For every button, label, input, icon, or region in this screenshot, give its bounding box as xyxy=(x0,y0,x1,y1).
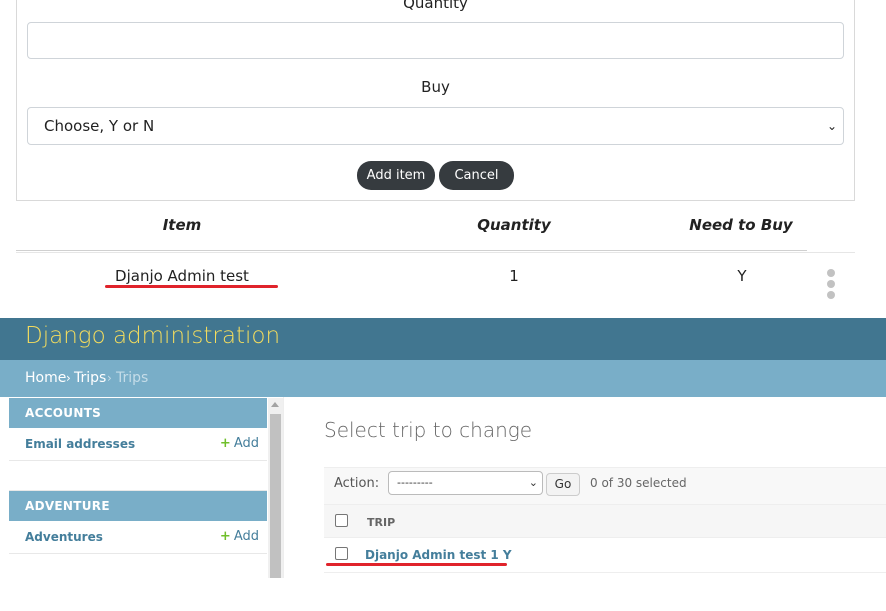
action-label: Action: xyxy=(334,476,380,491)
breadcrumb-separator: › xyxy=(66,371,71,385)
item-cell: Djanjo Admin test xyxy=(115,267,249,285)
row-checkbox[interactable] xyxy=(335,547,348,560)
model-link[interactable]: Email addresses xyxy=(25,437,135,451)
quantity-cell: 1 xyxy=(509,267,519,285)
chevron-down-icon: ⌄ xyxy=(528,476,538,489)
add-item-form: Quantity Buy Choose, Y or N ⌄ Add item C… xyxy=(16,0,855,201)
select-all-checkbox[interactable] xyxy=(335,514,348,527)
add-item-button[interactable]: Add item xyxy=(357,161,435,190)
action-select[interactable]: --------- ⌄ xyxy=(388,471,543,495)
nav-sidebar: ACCOUNTS Email addresses + Add ADVENTURE … xyxy=(0,397,284,578)
trip-link[interactable]: Djanjo Admin test 1 Y xyxy=(365,548,512,562)
plus-icon: + xyxy=(219,529,231,544)
scroll-up-arrow-icon[interactable] xyxy=(271,402,279,407)
actions-bar: Action: --------- ⌄ Go 0 of 30 selected xyxy=(324,467,886,505)
admin-header: Django administration xyxy=(0,318,886,360)
add-email-address-link[interactable]: + Add xyxy=(220,436,259,451)
buy-label: Buy xyxy=(421,78,450,96)
buy-select[interactable]: Choose, Y or N ⌄ xyxy=(27,107,844,145)
quantity-input[interactable] xyxy=(27,22,844,59)
cancel-button[interactable]: Cancel xyxy=(439,161,514,190)
add-adventure-link[interactable]: + Add xyxy=(220,529,259,544)
table-row: Djanjo Admin test 1 Y xyxy=(16,252,855,300)
column-header-item[interactable]: Item xyxy=(122,216,242,234)
sidebar-item-adventures: Adventures + Add xyxy=(9,521,267,554)
selection-counter: 0 of 30 selected xyxy=(590,476,687,490)
go-button[interactable]: Go xyxy=(546,473,580,496)
breadcrumb-separator: › xyxy=(107,371,112,385)
site-brand[interactable]: Django administration xyxy=(25,323,280,349)
row-menu-icon[interactable] xyxy=(824,269,838,299)
breadcrumb-home[interactable]: Home xyxy=(25,370,66,386)
page-title: Select trip to change xyxy=(324,418,533,442)
table-row: Djanjo Admin test 1 Y xyxy=(324,538,886,573)
buy-select-value: Choose, Y or N xyxy=(44,117,155,135)
quantity-label: Quantity xyxy=(403,0,468,12)
chevron-down-icon: ⌄ xyxy=(826,119,837,133)
scrollbar-thumb[interactable] xyxy=(270,414,281,578)
module-caption-accounts[interactable]: ACCOUNTS xyxy=(9,398,267,428)
sidebar-item-email-addresses: Email addresses + Add xyxy=(9,428,267,461)
column-header-trip[interactable]: TRIP xyxy=(367,516,395,529)
column-header-need-to-buy[interactable]: Need to Buy xyxy=(676,216,806,234)
breadcrumb: Home › Trips › Trips xyxy=(0,360,886,397)
sidebar-scrollbar[interactable] xyxy=(268,398,283,578)
changelist-content: Select trip to change Action: --------- … xyxy=(285,397,886,578)
annotation-underline xyxy=(105,285,278,288)
annotation-underline xyxy=(326,563,507,566)
plus-icon: + xyxy=(219,436,231,451)
results-header: TRIP xyxy=(324,505,886,538)
column-header-quantity[interactable]: Quantity xyxy=(454,216,574,234)
module-caption-adventure[interactable]: ADVENTURE xyxy=(9,491,267,521)
items-table-header: Item Quantity Need to Buy xyxy=(16,202,807,251)
action-select-value: --------- xyxy=(397,476,433,489)
sidebar-spacer xyxy=(9,461,267,491)
breadcrumb-current: Trips xyxy=(116,370,149,386)
need-to-buy-cell: Y xyxy=(737,267,747,285)
model-link[interactable]: Adventures xyxy=(25,530,103,544)
breadcrumb-app[interactable]: Trips xyxy=(74,370,106,386)
